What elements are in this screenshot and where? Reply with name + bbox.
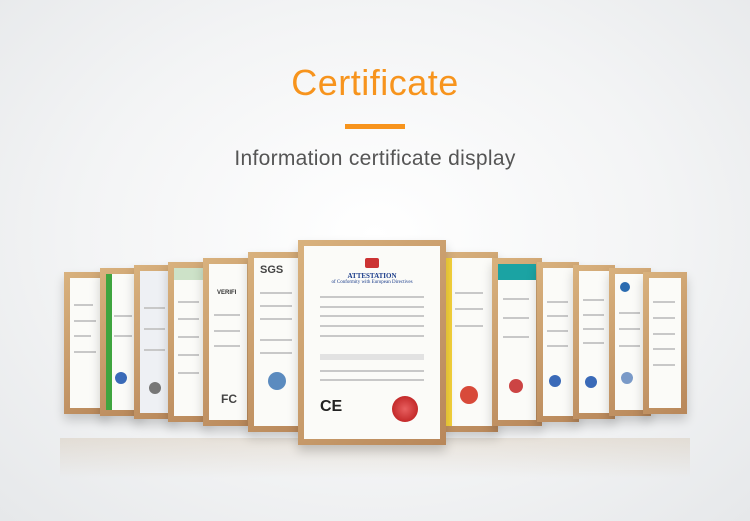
certificate-frame-9[interactable] — [492, 258, 542, 426]
fc-mark: FC — [221, 392, 237, 406]
certificate-frame-8[interactable] — [440, 252, 498, 432]
certificate-gallery: VERIFI FC SGS ATTESTATION of Conformity … — [0, 0, 750, 521]
certificate-image: ATTESTATION of Conformity with European … — [304, 246, 440, 439]
certificate-image — [579, 271, 609, 413]
certificate-image: SGS — [254, 258, 300, 426]
certificate-image — [649, 278, 681, 408]
certificate-image: VERIFI FC — [209, 264, 247, 420]
certificate-image — [70, 278, 102, 408]
certificate-image — [174, 268, 204, 416]
certificate-image — [106, 274, 136, 410]
ce-mark: CE — [320, 398, 343, 415]
certificate-image — [140, 271, 170, 413]
certificate-frame-main[interactable]: ATTESTATION of Conformity with European … — [298, 240, 446, 445]
certificate-frame-5[interactable]: VERIFI FC — [203, 258, 253, 426]
certificate-image — [543, 268, 573, 416]
certificate-heading: ATTESTATION — [347, 272, 397, 280]
certificate-image — [615, 274, 645, 410]
certificate-image — [498, 264, 536, 420]
certificate-logo — [365, 258, 379, 268]
sgs-mark: SGS — [260, 264, 284, 276]
certificate-subheading: of Conformity with European Directives — [331, 280, 413, 285]
verify-mark: VERIFI — [217, 290, 237, 296]
certificate-seal — [392, 396, 418, 422]
certificate-image — [446, 258, 492, 426]
certificate-frame-13[interactable] — [643, 272, 687, 414]
